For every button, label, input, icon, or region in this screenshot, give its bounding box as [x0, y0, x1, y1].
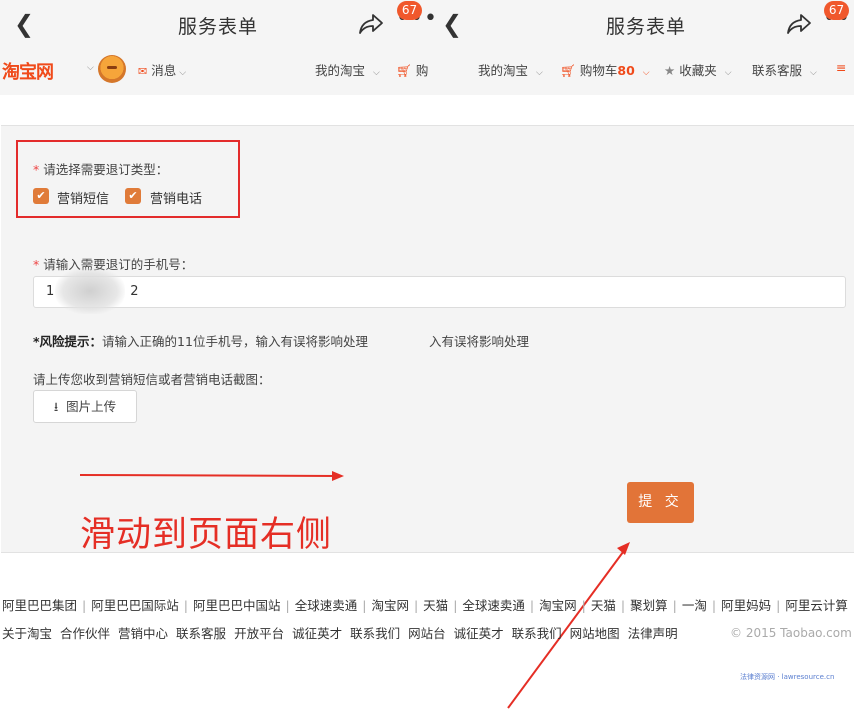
notification-badge-right: 67: [824, 1, 849, 20]
footer-separator: |: [581, 598, 586, 613]
taobao-logo[interactable]: 淘宝网: [2, 58, 54, 84]
checkbox-sms[interactable]: ✔: [33, 188, 49, 204]
messages-menu[interactable]: ✉ 消息 ⌵: [138, 60, 186, 79]
footer-link[interactable]: 联系客服: [176, 626, 226, 641]
footer-link[interactable]: 联系我们: [512, 626, 562, 641]
footer-link[interactable]: 全球速卖通: [462, 598, 525, 613]
mail-icon: ✉: [138, 65, 148, 78]
footer-separator: |: [285, 598, 290, 613]
avatar[interactable]: [98, 55, 126, 83]
cart-menu-left[interactable]: 🛒︎ 购: [396, 60, 428, 79]
copyright: © 2015 Taobao.com 版: [730, 626, 854, 640]
footer-separator: |: [183, 598, 188, 613]
my-taobao-menu-left[interactable]: 我的淘宝 ⌵: [315, 60, 380, 79]
footer-link[interactable]: 法律声明: [628, 626, 678, 641]
chevron-down-icon: ⌵: [642, 68, 650, 78]
footer-link[interactable]: 阿里云计算: [785, 598, 848, 613]
back-icon[interactable]: ❮: [14, 10, 34, 38]
footer-link[interactable]: 开放平台: [234, 626, 284, 641]
cart-icon: 🛒︎: [396, 63, 412, 78]
footer-separator: |: [529, 598, 535, 613]
chevron-down-icon: ⌵: [536, 68, 543, 78]
footer-separator: |: [672, 598, 677, 613]
footer-separator: |: [82, 598, 87, 613]
menu-icon[interactable]: ≡: [836, 60, 846, 75]
chevron-down-icon: ⌵: [810, 68, 817, 78]
upload-button[interactable]: ⭳ 图片上传: [33, 390, 137, 423]
chevron-down-icon: ⌵: [179, 68, 187, 78]
footer-link[interactable]: 阿里巴巴集团: [2, 598, 77, 613]
footer-separator: |: [776, 598, 781, 613]
page-title-right: 服务表单: [606, 16, 687, 38]
footer-link[interactable]: 阿里巴巴中国站: [193, 598, 281, 613]
footer-link[interactable]: 天猫: [591, 598, 616, 613]
chevron-down-icon: ⌵: [724, 68, 732, 78]
footer-separator: |: [362, 598, 367, 613]
risk-notice: *风险提示：请输入正确的11位手机号，输入有误将影响处理: [33, 334, 368, 349]
redaction-blur: [55, 268, 125, 314]
footer-link[interactable]: 聚划算: [630, 598, 668, 613]
upload-icon: ⭳: [53, 399, 59, 414]
footer-link[interactable]: 全球速卖通: [295, 598, 358, 613]
footer-link[interactable]: 阿里妈妈: [721, 598, 771, 613]
footer-link[interactable]: 营销中心: [118, 626, 168, 641]
footer-link[interactable]: 关于淘宝: [2, 626, 52, 641]
watermark: 法律资源网 · lawresource.cn: [740, 673, 835, 681]
footer-link[interactable]: 一淘: [682, 598, 707, 613]
cart-icon: 🛒︎: [560, 63, 576, 78]
chevron-down-icon: ⌵: [373, 68, 380, 78]
risk-notice-repeat: 入有误将影响处理: [429, 334, 530, 349]
footer-links-row1: 阿里巴巴集团 | 阿里巴巴国际站 | 阿里巴巴中国站 | 全球速卖通 | 淘宝网 | 天猫 | 全球速卖…: [2, 595, 854, 614]
favorites-menu[interactable]: ★ 收藏夹 ⌵: [664, 60, 732, 79]
chevron-down-icon[interactable]: ⌵: [84, 58, 94, 73]
highlight-box: [16, 140, 240, 218]
star-icon: ★: [664, 63, 676, 78]
checkbox-sms-label[interactable]: 营销短信: [57, 188, 109, 207]
annotation-text: 滑动到页面右侧: [80, 515, 333, 555]
page-title-left: 服务表单: [178, 16, 259, 38]
footer-link[interactable]: 阿里巴巴国际站: [91, 598, 179, 613]
footer-separator: |: [620, 598, 626, 613]
phone-input[interactable]: 12: [33, 276, 846, 308]
footer-separator: |: [453, 598, 458, 613]
customer-service-menu[interactable]: 联系客服 ⌵: [752, 60, 817, 79]
footer-link[interactable]: 诚征英才: [454, 626, 504, 641]
footer-link[interactable]: 天猫: [423, 598, 448, 613]
my-taobao-menu-right[interactable]: 我的淘宝 ⌵: [478, 60, 543, 79]
footer-link[interactable]: 淘宝网: [371, 598, 409, 613]
notification-badge-left: 67: [397, 1, 422, 20]
footer-link[interactable]: 淘宝网: [539, 598, 577, 613]
checkbox-call[interactable]: ✔: [125, 188, 141, 204]
cart-menu[interactable]: 🛒︎ 购物车80 ⌵: [560, 60, 650, 79]
footer-separator: |: [413, 598, 419, 613]
footer-links-row2: 关于淘宝 合作伙伴 营销中心 联系客服 开放平台 诚征英才 联系我们 网站台 诚征英才 联系我们网…: [2, 623, 686, 642]
back-icon[interactable]: ❮: [442, 10, 462, 38]
share-icon[interactable]: [358, 12, 384, 36]
share-icon[interactable]: [786, 12, 812, 36]
upload-label: 请上传您收到营销短信或者营销电话截图：: [33, 372, 271, 387]
footer-link[interactable]: 网站台: [408, 626, 446, 641]
footer-link[interactable]: 网站地图: [570, 626, 620, 641]
footer-link[interactable]: 联系我们: [350, 626, 400, 641]
footer-link[interactable]: 合作伙伴: [60, 626, 110, 641]
footer-link[interactable]: 诚征英才: [292, 626, 342, 641]
type-label: * 请选择需要退订类型：: [33, 162, 169, 177]
submit-button[interactable]: 提 交: [627, 482, 694, 523]
footer-separator: |: [711, 598, 717, 613]
cart-count: 80: [617, 63, 635, 78]
checkbox-call-label[interactable]: 营销电话: [150, 188, 202, 207]
